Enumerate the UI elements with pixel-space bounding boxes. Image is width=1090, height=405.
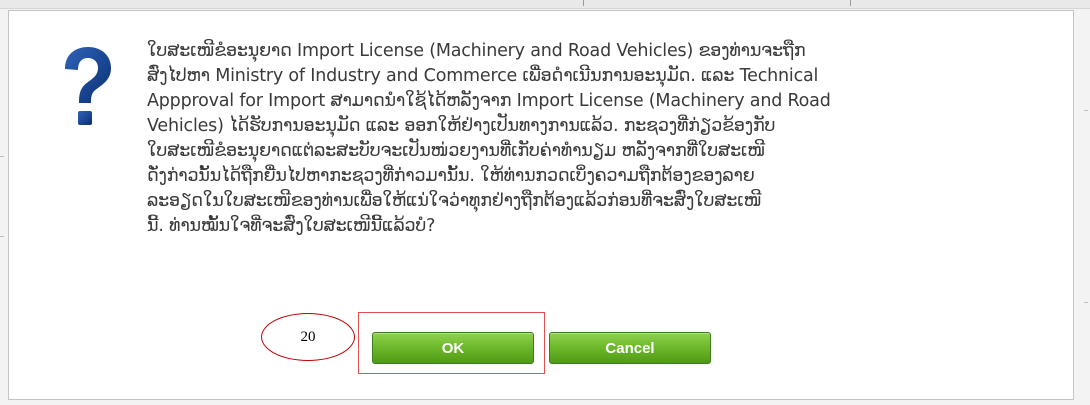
message-line: ດັ່ງກ່າວນັ້ນໄດ້ຖືກຍື່ນໄປຫາກະຊວງທີ່ກ່າວມາ… bbox=[147, 166, 755, 186]
message-line: ໃບສະເໜີຂໍອະນຸຍາດ Import License (Machine… bbox=[147, 41, 806, 61]
message-line: ສົ່ງໄປຫາ Ministry of Industry and Commer… bbox=[147, 66, 819, 86]
step-number-annotation: 20 bbox=[261, 313, 355, 361]
background-top-bar bbox=[0, 0, 1090, 9]
message-line: ນີ້. ທ່ານໝັ້ນໃຈທີ່ຈະສົ່ງໃບສະເໜີນີ້ແລ້ວບໍ… bbox=[147, 216, 436, 236]
background-mark bbox=[0, 236, 4, 237]
background-tick bbox=[583, 0, 584, 6]
message-line: ໃບສະເໜີຂໍອະນຸຍາດແຕ່ລະສະບັບຈະເປັນໜ່ວຍງານທ… bbox=[147, 141, 766, 161]
background-mark bbox=[1084, 302, 1088, 303]
background-mark bbox=[0, 156, 4, 157]
cancel-button[interactable]: Cancel bbox=[549, 332, 711, 364]
message-line: Appproval for Import ສາມາດນໍາໃຊ້ໄດ້ຫລັງຈ… bbox=[147, 91, 831, 111]
background-tick bbox=[850, 0, 851, 6]
background-mark bbox=[1084, 110, 1088, 111]
message-line: Vehicles) ໄດ້ຮັບການອະນຸມັດ ແລະ ອອກໃຫ້ຢ່າ… bbox=[147, 116, 776, 136]
dialog-message: ໃບສະເໜີຂໍອະນຸຍາດ Import License (Machine… bbox=[147, 39, 1047, 239]
question-mark-icon bbox=[59, 45, 115, 137]
step-number: 20 bbox=[300, 328, 316, 345]
message-line: ລະອຽດໃນໃບສະເໜີຂອງທ່ານເພື່ອໃຫ້ແນ່ໃຈວ່າທຸກ… bbox=[147, 191, 762, 211]
ok-button[interactable]: OK bbox=[372, 332, 534, 364]
